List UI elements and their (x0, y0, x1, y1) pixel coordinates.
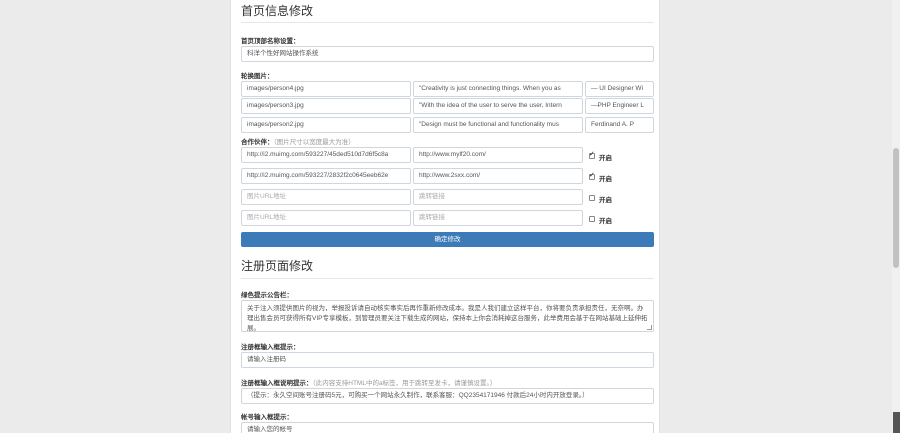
tips-hint: （此内容支持HTML中的a标签，用于跳转至发卡，请谨慎设置。） (312, 380, 497, 387)
partner-image-input[interactable]: http://i2.muimg.com/593227/45ded510d7d6f… (241, 147, 411, 163)
home-section-title: 首页信息修改 (241, 4, 314, 18)
account-label: 帐号输入框提示： (241, 414, 293, 421)
notice-text: 关于注入须提供图片的视为，举报投诉请自动核实事实后再作重新修改成本。我是人我们建… (247, 305, 648, 332)
slides-label: 轮换图片： (241, 73, 274, 80)
register-divider (241, 278, 654, 279)
register-section-title: 注册页面修改 (241, 259, 314, 273)
input-hint-label: 注册框输入框提示： (241, 344, 300, 351)
partner-enabled-label: 开启 (599, 218, 612, 225)
partner-image-input[interactable]: 图片URL地址 (241, 210, 411, 226)
partner-image-input[interactable]: 图片URL地址 (241, 189, 411, 205)
site-name-label: 首页顶部名称设置： (241, 38, 300, 45)
account-field[interactable]: 请输入您的帐号 (241, 422, 654, 433)
partner-enabled-label: 开启 (599, 176, 612, 183)
partner-link-input[interactable]: http://www.mylf20.com/ (413, 147, 583, 163)
partners-label-text: 合作伙伴： (241, 139, 274, 146)
partner-image-input[interactable]: http://i2.muimg.com/593227/2832f2c0645ee… (241, 168, 411, 184)
partner-enabled-checkbox[interactable] (589, 150, 595, 159)
save-home-button[interactable]: 确定修改 (241, 232, 654, 247)
input-hint-field[interactable]: 请输入注册码 (241, 352, 654, 368)
scroll-thumb[interactable] (893, 148, 899, 268)
site-name-input[interactable]: 科洋个性好网站操作系统 (241, 46, 654, 62)
main-panel: 首页信息修改 首页顶部名称设置： 科洋个性好网站操作系统 轮换图片： image… (230, 0, 660, 433)
slide-image-input[interactable]: images/person2.jpg (241, 117, 411, 133)
partners-label: 合作伙伴：（图片尺寸以宽度最大为准） (241, 136, 355, 146)
tips-label: 注册框输入框说明提示：（此内容支持HTML中的a标签，用于跳转至发卡，请谨慎设置… (241, 377, 496, 387)
tips-field[interactable]: （提示：永久空间账号注册码5元，可购买一个网站永久制作，联系客服：QQ23541… (241, 388, 654, 404)
partner-enabled-checkbox[interactable] (589, 216, 595, 222)
slide-author-input[interactable]: — UI Designer Wi (585, 81, 654, 97)
slide-quote-input[interactable]: "With the idea of the user to serve the … (413, 98, 583, 114)
resize-grip[interactable] (647, 325, 652, 330)
notice-label: 绿色提示公告栏： (241, 292, 293, 299)
notice-textarea[interactable]: 关于注入须提供图片的视为，举报投诉请自动核实事实后再作重新修改成本。我是人我们建… (241, 300, 654, 332)
slide-quote-input[interactable]: "Design must be functional and functiona… (413, 117, 583, 133)
slide-image-input[interactable]: images/person4.jpg (241, 81, 411, 97)
page-scrollbar[interactable] (892, 0, 900, 433)
slide-author-input[interactable]: Ferdinand A. P (585, 117, 654, 133)
partner-link-input[interactable]: 跳转链接 (413, 210, 583, 226)
partner-enabled-label: 开启 (599, 197, 612, 204)
corner-widget (893, 412, 900, 433)
partner-link-input[interactable]: 跳转链接 (413, 189, 583, 205)
slide-image-input[interactable]: images/person3.jpg (241, 98, 411, 114)
slide-quote-input[interactable]: "Creativity is just connecting things. W… (413, 81, 583, 97)
partners-hint: （图片尺寸以宽度最大为准） (273, 139, 355, 146)
partner-enabled-label: 开启 (599, 155, 612, 162)
slide-author-input[interactable]: —PHP Engineer L (585, 98, 654, 114)
home-divider (241, 22, 654, 23)
partner-link-input[interactable]: http://www.2sxx.com/ (413, 168, 583, 184)
tips-label-text: 注册框输入框说明提示： (241, 380, 313, 387)
partner-enabled-checkbox[interactable] (589, 171, 595, 180)
partner-enabled-checkbox[interactable] (589, 195, 595, 201)
